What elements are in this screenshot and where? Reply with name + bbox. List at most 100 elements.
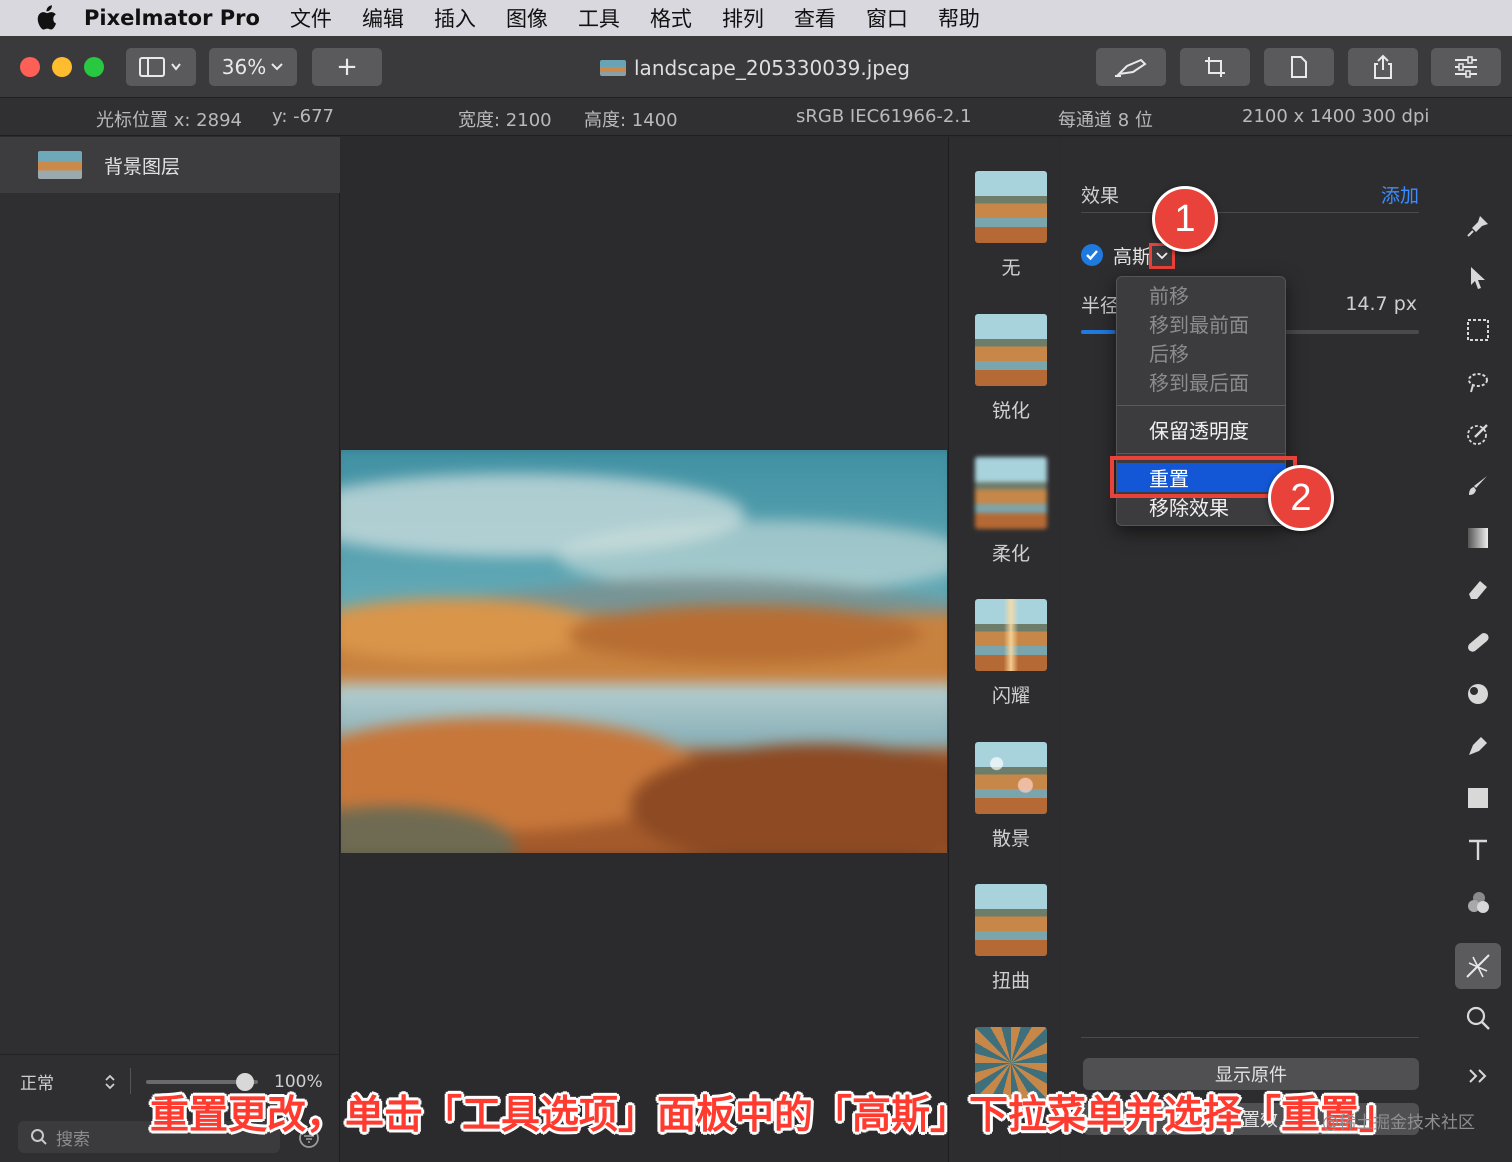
retouch-tool[interactable] bbox=[1455, 619, 1501, 665]
effect-bokeh[interactable]: 散景 bbox=[975, 742, 1047, 851]
close-window-button[interactable] bbox=[20, 57, 40, 77]
share-button[interactable] bbox=[1348, 48, 1418, 86]
effect-label: 扭曲 bbox=[991, 970, 1030, 992]
tools-sidebar bbox=[1441, 137, 1512, 1162]
layer-thumbnail bbox=[38, 151, 82, 179]
rect-selection-tool[interactable] bbox=[1455, 307, 1501, 353]
distort-icon bbox=[1468, 684, 1488, 704]
minimize-window-button[interactable] bbox=[52, 57, 72, 77]
radius-slider-fill bbox=[1081, 330, 1115, 334]
watermark: @稀土掘金技术社区 bbox=[1322, 1113, 1475, 1133]
paint-tool-button[interactable] bbox=[1096, 48, 1166, 86]
type-tool[interactable] bbox=[1455, 827, 1501, 873]
menu-item-move-to-back: 移到最后面 bbox=[1149, 371, 1249, 395]
app-window: Pixelmator Pro 文件 编辑 插入 图像 工具 格式 排列 查看 窗… bbox=[0, 0, 1512, 1162]
effect-label: 闪耀 bbox=[991, 685, 1030, 707]
blurred-landscape bbox=[341, 450, 947, 853]
bit-depth-readout: 每通道 8 位 bbox=[1058, 110, 1153, 131]
effect-none[interactable]: 无 bbox=[975, 171, 1047, 280]
lasso-tool[interactable] bbox=[1455, 359, 1501, 405]
shape-tool[interactable] bbox=[1455, 775, 1501, 821]
window-toolbar: 36% + landscape_205330039.jpeg bbox=[0, 36, 1512, 98]
marquee-icon bbox=[1467, 319, 1489, 341]
chevron-down-icon bbox=[1156, 252, 1168, 260]
apple-icon[interactable] bbox=[32, 4, 60, 32]
format-button[interactable] bbox=[1264, 48, 1334, 86]
pin-icon bbox=[1467, 216, 1488, 237]
brush-icon bbox=[1469, 476, 1487, 495]
effect-thumbnail bbox=[975, 171, 1047, 243]
square-icon bbox=[1468, 788, 1488, 808]
arrange-tool[interactable] bbox=[1455, 203, 1501, 249]
zoom-select[interactable]: 36% bbox=[209, 48, 297, 86]
menu-help[interactable]: 帮助 bbox=[938, 3, 980, 33]
zoom-window-button[interactable] bbox=[84, 57, 104, 77]
width-readout: 宽度: 2100 bbox=[458, 110, 552, 131]
menu-arrange[interactable]: 排列 bbox=[722, 3, 764, 33]
resolution-readout: 2100 x 1400 300 dpi bbox=[1242, 106, 1430, 127]
add-effect-button[interactable]: 添加 bbox=[1381, 181, 1419, 208]
sidebar-toggle-button[interactable] bbox=[126, 48, 196, 86]
effect-label: 无 bbox=[1001, 257, 1021, 279]
menu-app-name[interactable]: Pixelmator Pro bbox=[84, 6, 260, 30]
menu-tools[interactable]: 工具 bbox=[578, 3, 620, 33]
effect-soften[interactable]: 柔化 bbox=[975, 457, 1047, 566]
divider bbox=[130, 1068, 131, 1094]
blend-mode-select[interactable]: 正常 bbox=[20, 1069, 54, 1094]
effect-shine[interactable]: 闪耀 bbox=[975, 599, 1047, 708]
menu-item-move-backward: 后移 bbox=[1149, 342, 1189, 366]
info-bar: 光标位置 x: 2894 y: -677 宽度: 2100 高度: 1400 s… bbox=[0, 98, 1512, 136]
menu-edit[interactable]: 编辑 bbox=[362, 3, 404, 33]
add-button[interactable]: + bbox=[312, 48, 382, 86]
effect-label: 柔化 bbox=[991, 543, 1030, 565]
erase-tool[interactable] bbox=[1455, 567, 1501, 613]
sidebar-icon bbox=[139, 57, 181, 77]
paint-tool[interactable] bbox=[1455, 463, 1501, 509]
effects-header: 效果 添加 bbox=[1081, 179, 1419, 213]
crop-icon bbox=[1205, 57, 1225, 77]
more-tools-button[interactable] bbox=[1455, 1053, 1501, 1099]
menu-separator bbox=[1117, 405, 1285, 406]
menu-image[interactable]: 图像 bbox=[506, 3, 548, 33]
gaussian-effect-row: 高斯 bbox=[1081, 241, 1151, 269]
select-tool[interactable] bbox=[1455, 255, 1501, 301]
bandage-icon bbox=[1468, 633, 1489, 652]
sliders-icon bbox=[1455, 56, 1477, 78]
zoom-value: 36% bbox=[221, 55, 267, 79]
search-placeholder: 搜索 bbox=[56, 1129, 90, 1150]
effect-distort[interactable]: 扭曲 bbox=[975, 884, 1047, 993]
cursor-x-readout: 光标位置 x: 2894 bbox=[96, 110, 242, 131]
menu-view[interactable]: 查看 bbox=[794, 3, 836, 33]
effect-thumbnail bbox=[975, 314, 1047, 386]
effect-sharpen[interactable]: 锐化 bbox=[975, 314, 1047, 423]
document-icon bbox=[1291, 56, 1307, 78]
gradient-tool[interactable] bbox=[1455, 515, 1501, 561]
zoom-tool[interactable] bbox=[1455, 995, 1501, 1041]
cursor-y-readout: y: -677 bbox=[272, 106, 334, 127]
effect-enabled-checkbox[interactable] bbox=[1081, 244, 1103, 266]
menu-window[interactable]: 窗口 bbox=[866, 3, 908, 33]
menu-format[interactable]: 格式 bbox=[650, 3, 692, 33]
menu-bar: Pixelmator Pro 文件 编辑 插入 图像 工具 格式 排列 查看 窗… bbox=[0, 0, 1512, 36]
document-thumbnail bbox=[600, 60, 626, 76]
effects-tool[interactable] bbox=[1455, 943, 1501, 989]
adjustments-button[interactable] bbox=[1431, 48, 1501, 86]
distort-tool[interactable] bbox=[1455, 671, 1501, 717]
menu-item-preserve-transparency[interactable]: 保留透明度 bbox=[1117, 415, 1285, 444]
color-adjust-tool[interactable] bbox=[1455, 411, 1501, 457]
color-tool[interactable] bbox=[1455, 879, 1501, 925]
menu-insert[interactable]: 插入 bbox=[434, 3, 476, 33]
effect-name: 高斯 bbox=[1113, 245, 1152, 268]
radius-value[interactable]: 14.7 px bbox=[1345, 293, 1417, 315]
effects-header-title: 效果 bbox=[1081, 185, 1120, 207]
effect-label: 散景 bbox=[991, 828, 1030, 850]
pen-tool[interactable] bbox=[1455, 723, 1501, 769]
crop-button[interactable] bbox=[1180, 48, 1250, 86]
chevron-down-icon bbox=[271, 63, 283, 71]
menu-item-move-forward: 前移 bbox=[1149, 284, 1189, 308]
image-canvas[interactable] bbox=[341, 137, 947, 1162]
menu-file[interactable]: 文件 bbox=[290, 3, 332, 33]
document-title: landscape_205330039.jpeg bbox=[600, 54, 930, 82]
layer-row[interactable]: 背景图层 bbox=[0, 137, 340, 193]
canvas-photo bbox=[341, 450, 947, 853]
